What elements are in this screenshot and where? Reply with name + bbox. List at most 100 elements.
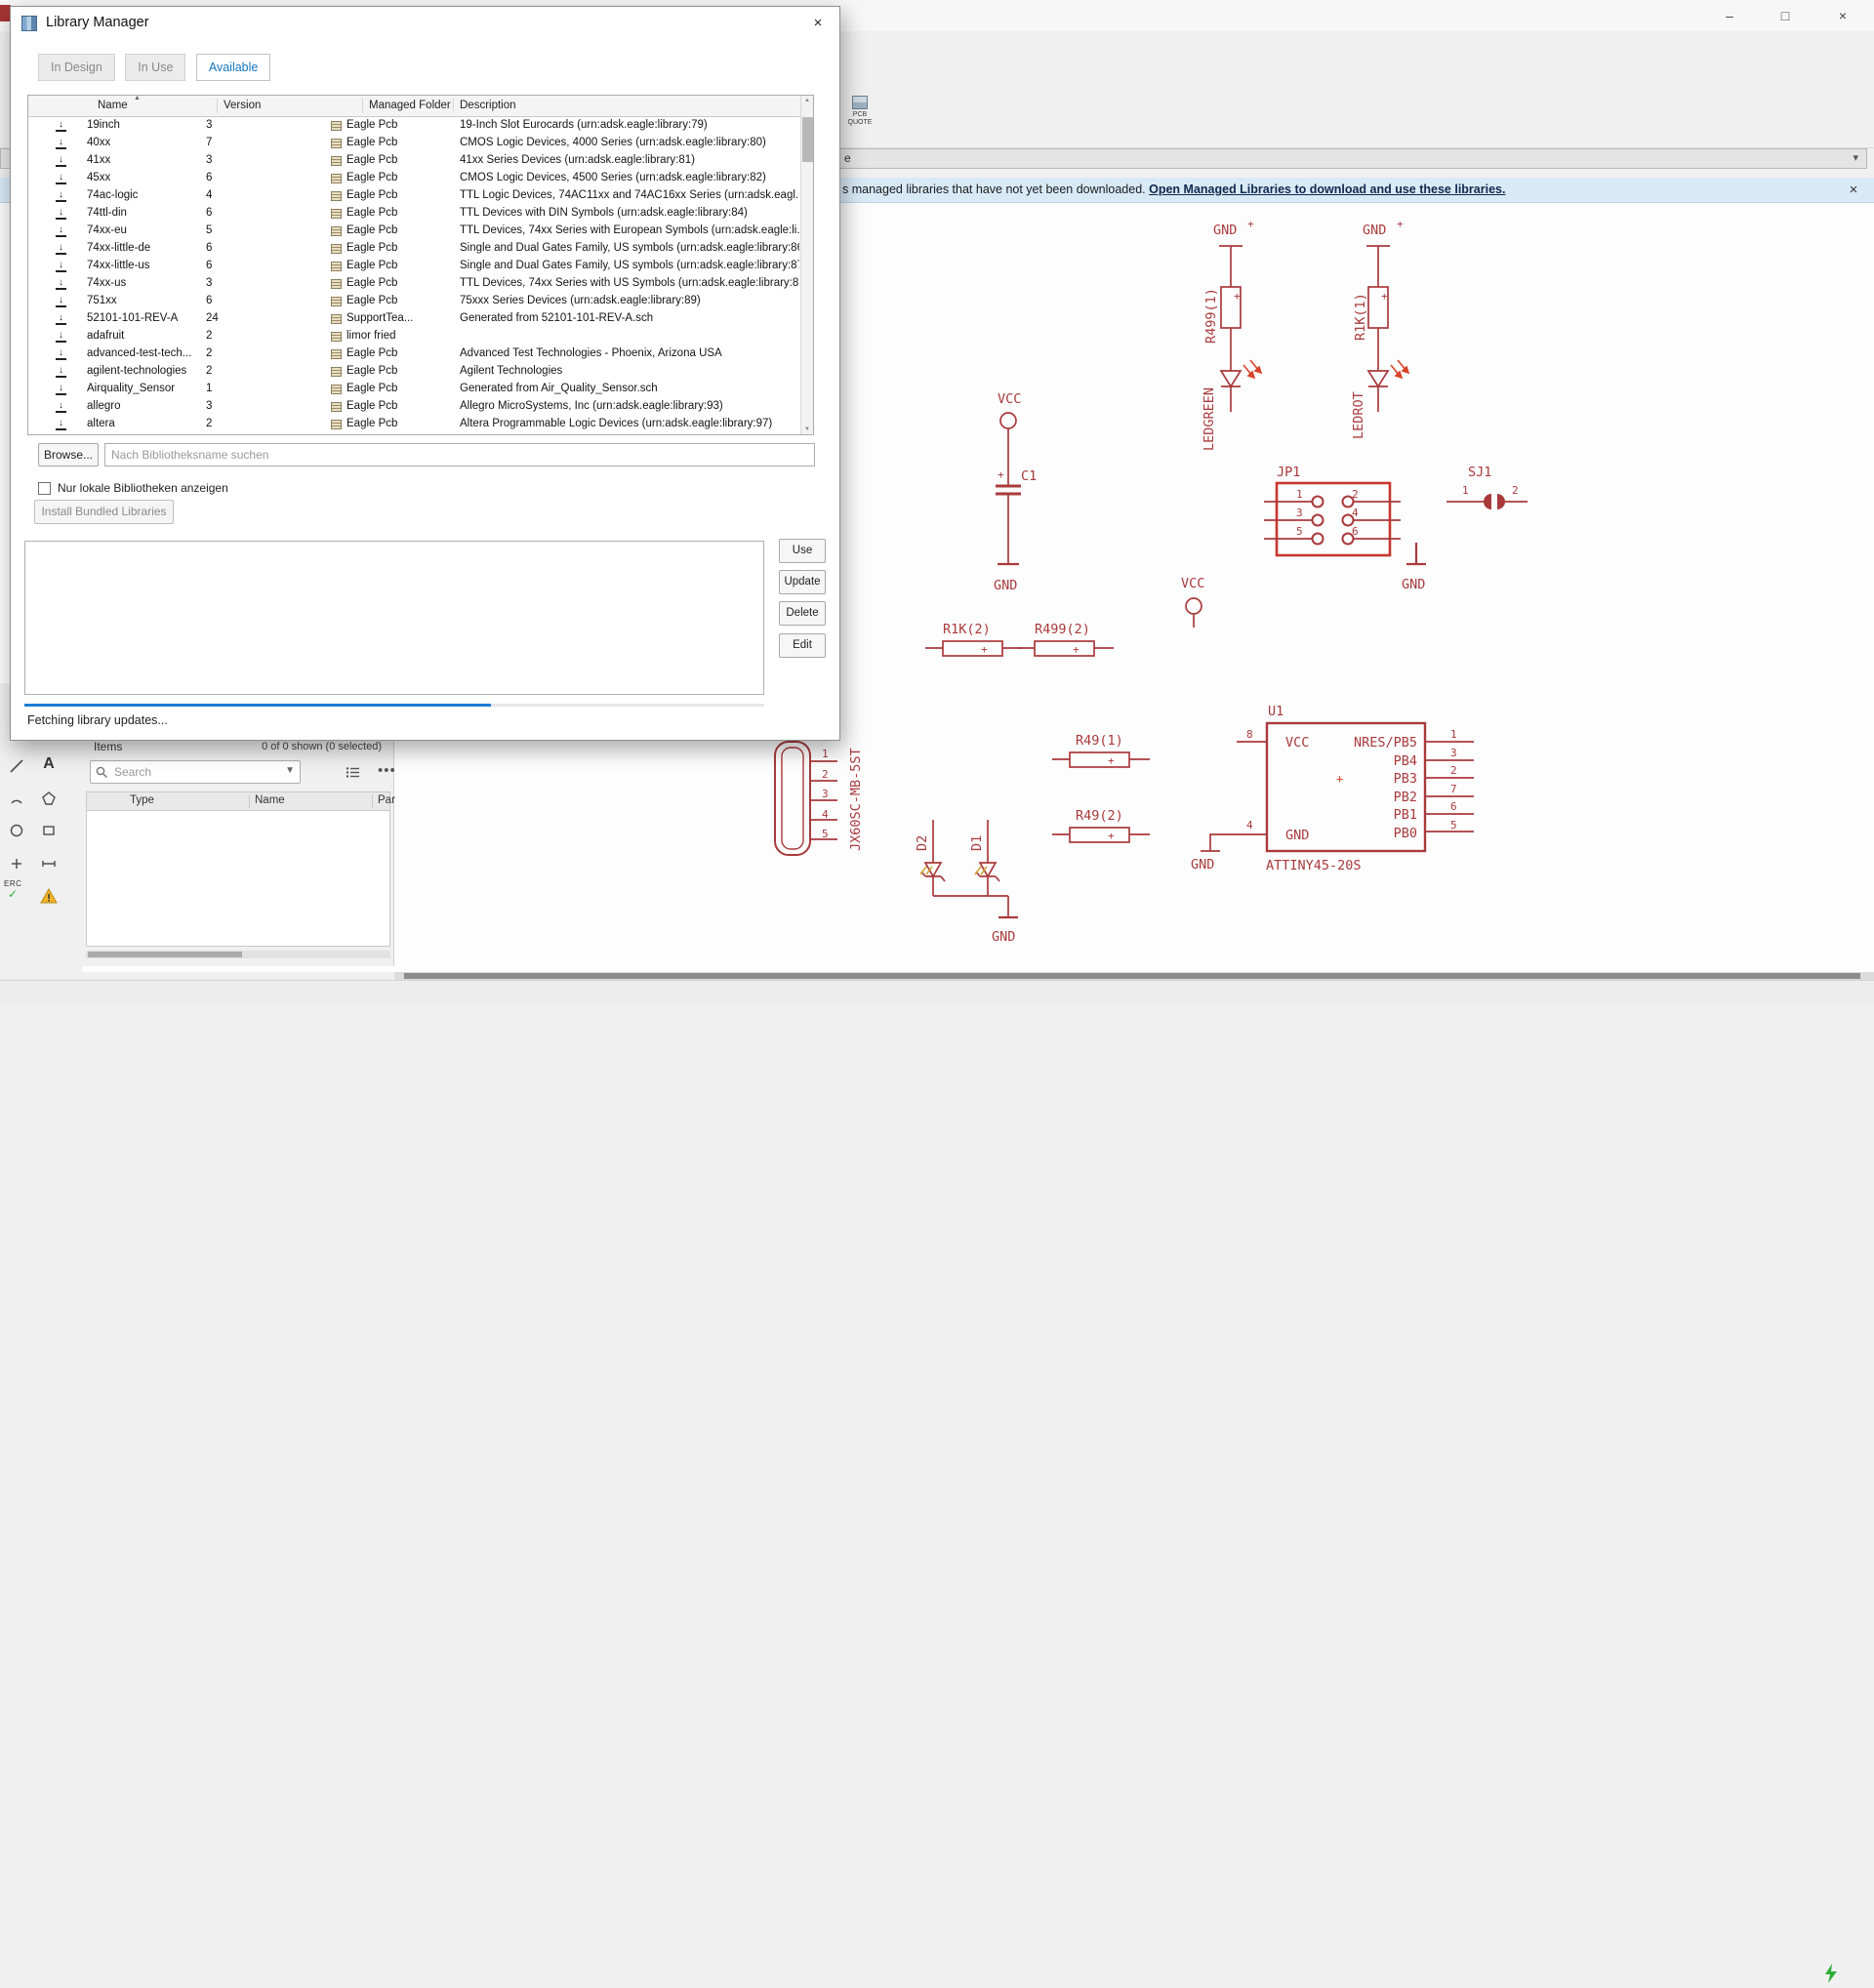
- schematic-label[interactable]: 2: [1512, 484, 1519, 497]
- schematic-label[interactable]: +: [1397, 218, 1404, 230]
- schematic-label[interactable]: +: [1108, 754, 1115, 767]
- schematic-label[interactable]: D1: [969, 835, 985, 851]
- column-type[interactable]: Type: [130, 794, 154, 806]
- edit-button[interactable]: Edit: [779, 633, 826, 658]
- canvas-horizontal-scrollbar[interactable]: [394, 972, 1874, 980]
- library-table-header[interactable]: ▲ Name Version Managed Folder Descriptio…: [28, 95, 813, 117]
- schematic-label[interactable]: GND: [1191, 857, 1214, 872]
- tab-in-design[interactable]: In Design: [38, 54, 115, 81]
- schematic-label[interactable]: 7: [1450, 783, 1457, 795]
- scrollbar-thumb[interactable]: [802, 117, 813, 162]
- schematic-label[interactable]: 8: [1246, 728, 1253, 741]
- schematic-label[interactable]: R499(1): [1203, 288, 1219, 344]
- schematic-label[interactable]: 2: [1450, 764, 1457, 777]
- library-row[interactable]: ↓ 19inch 3 Eagle Pcb 19-Inch Slot Eurocards …: [28, 117, 801, 135]
- schematic-label[interactable]: VCC: [998, 391, 1021, 407]
- schematic-label[interactable]: LEDROT: [1351, 391, 1366, 439]
- column-parent[interactable]: Par: [378, 794, 395, 806]
- scroll-up-icon[interactable]: ▲: [801, 98, 813, 103]
- local-libraries-checkbox[interactable]: [38, 482, 51, 495]
- library-row[interactable]: ↓ adafruit 2 limor fried: [28, 328, 801, 345]
- library-table-scrollbar[interactable]: ▲ ▼: [800, 96, 813, 434]
- library-row[interactable]: ↓ Airquality_Sensor 1 Eagle Pcb Generated fr…: [28, 381, 801, 398]
- schematic-label[interactable]: 2: [1352, 488, 1359, 501]
- schematic-label[interactable]: 3: [822, 788, 829, 800]
- library-row[interactable]: ↓ 751xx 6 Eagle Pcb 75xxx Series Devices (ur…: [28, 293, 801, 310]
- schematic-label[interactable]: PB4: [1394, 753, 1417, 769]
- update-button[interactable]: Update: [779, 570, 826, 594]
- delete-button[interactable]: Delete: [779, 601, 826, 626]
- schematic-label[interactable]: D2: [915, 835, 930, 851]
- rectangle-tool[interactable]: [36, 818, 61, 843]
- schematic-label[interactable]: 4: [822, 808, 829, 821]
- schematic-label[interactable]: VCC: [1285, 735, 1309, 751]
- schematic-label[interactable]: GND: [992, 929, 1015, 945]
- schematic-label[interactable]: R49(1): [1076, 733, 1123, 749]
- library-row[interactable]: ↓ altera 2 Eagle Pcb Altera Programmable Log…: [28, 416, 801, 433]
- schematic-label[interactable]: PB2: [1394, 790, 1417, 805]
- schematic-label[interactable]: +: [1247, 218, 1254, 230]
- schematic-label[interactable]: 3: [1450, 747, 1457, 759]
- schematic-label[interactable]: U1: [1268, 704, 1283, 719]
- items-search-box[interactable]: ▼: [90, 760, 301, 784]
- items-table-body[interactable]: [86, 811, 390, 947]
- schematic-label[interactable]: GND: [1285, 828, 1309, 843]
- circle-tool[interactable]: [4, 818, 29, 843]
- arc-tool[interactable]: [4, 786, 29, 811]
- library-search-input[interactable]: [104, 443, 815, 467]
- library-row[interactable]: ↓ 74ac-logic 4 Eagle Pcb TTL Logic Devices, …: [28, 187, 801, 205]
- schematic-label[interactable]: R1K(2): [943, 622, 991, 637]
- schematic-label[interactable]: 3: [1296, 507, 1303, 519]
- library-row[interactable]: ↓ 52101-101-REV-A 24 SupportTea... Generated…: [28, 310, 801, 328]
- library-row[interactable]: ↓ 41xx 3 Eagle Pcb 41xx Series Devices (urn:…: [28, 152, 801, 170]
- schematic-label[interactable]: +: [1108, 830, 1115, 842]
- items-search-input[interactable]: [112, 763, 278, 781]
- column-version[interactable]: Version: [224, 100, 261, 111]
- library-row[interactable]: ↓ 74xx-little-de 6 Eagle Pcb Single and Dual…: [28, 240, 801, 258]
- dialog-close-icon[interactable]: ×: [796, 7, 839, 40]
- schematic-label[interactable]: ATTINY45-20S: [1266, 858, 1362, 873]
- schematic-label[interactable]: PB0: [1394, 826, 1417, 841]
- scrollbar-thumb[interactable]: [404, 973, 1860, 979]
- library-row[interactable]: ↓ 74ttl-din 6 Eagle Pcb TTL Devices with DIN…: [28, 205, 801, 223]
- schematic-label[interactable]: +: [1336, 772, 1343, 786]
- schematic-label[interactable]: VCC: [1181, 576, 1204, 591]
- items-table-header[interactable]: Type Name Par: [86, 791, 395, 811]
- schematic-label[interactable]: GND: [1363, 223, 1386, 238]
- library-row[interactable]: ↓ 45xx 6 Eagle Pcb CMOS Logic Devices, 4500 …: [28, 170, 801, 187]
- library-row[interactable]: ↓ allegro 3 Eagle Pcb Allegro MicroSystems, …: [28, 398, 801, 416]
- column-managed-folder[interactable]: Managed Folder: [369, 100, 451, 111]
- schematic-label[interactable]: 1: [1450, 728, 1457, 741]
- schematic-label[interactable]: GND: [994, 578, 1017, 593]
- schematic-label[interactable]: GND: [1402, 577, 1425, 592]
- tab-available[interactable]: Available: [195, 54, 271, 81]
- schematic-label[interactable]: R499(2): [1035, 622, 1090, 637]
- schematic-label[interactable]: 6: [1450, 800, 1457, 813]
- library-row[interactable]: ↓ 74xx-us 3 Eagle Pcb TTL Devices, 74xx Seri…: [28, 275, 801, 293]
- library-row[interactable]: ↓ agilent-technologies 2 Eagle Pcb Agilent T…: [28, 363, 801, 381]
- schematic-label[interactable]: GND: [1213, 223, 1237, 238]
- more-options-icon[interactable]: •••: [378, 762, 396, 779]
- install-bundled-libraries-button[interactable]: Install Bundled Libraries: [34, 500, 174, 524]
- schematic-label[interactable]: +: [998, 468, 1004, 481]
- browse-button[interactable]: Browse...: [38, 443, 99, 467]
- column-description[interactable]: Description: [460, 100, 516, 111]
- schematic-label[interactable]: 5: [1450, 819, 1457, 832]
- library-row[interactable]: ↓ 74xx-eu 5 Eagle Pcb TTL Devices, 74xx Seri…: [28, 223, 801, 240]
- dimension-tool[interactable]: [36, 851, 61, 876]
- use-button[interactable]: Use: [779, 539, 826, 563]
- scrollbar-thumb[interactable]: [88, 952, 242, 957]
- schematic-label[interactable]: LEDGREEN: [1202, 387, 1217, 451]
- schematic-label[interactable]: PB3: [1394, 771, 1417, 787]
- schematic-label[interactable]: 5: [822, 828, 829, 840]
- schematic-label[interactable]: R1K(1): [1353, 293, 1368, 341]
- schematic-label[interactable]: JX60SC-MB-5ST: [848, 748, 864, 851]
- errors-warning-icon[interactable]: [36, 883, 61, 909]
- schematic-label[interactable]: NRES/PB5: [1354, 735, 1417, 751]
- schematic-label[interactable]: C1: [1021, 468, 1037, 484]
- line-tool[interactable]: [4, 753, 29, 779]
- schematic-label[interactable]: +: [1073, 643, 1080, 656]
- library-row[interactable]: ↓ advanced-test-tech... 2 Eagle Pcb Advanced…: [28, 345, 801, 363]
- schematic-label[interactable]: +: [1234, 290, 1241, 303]
- library-row[interactable]: ↓ 74xx-little-us 6 Eagle Pcb Single and Dual…: [28, 258, 801, 275]
